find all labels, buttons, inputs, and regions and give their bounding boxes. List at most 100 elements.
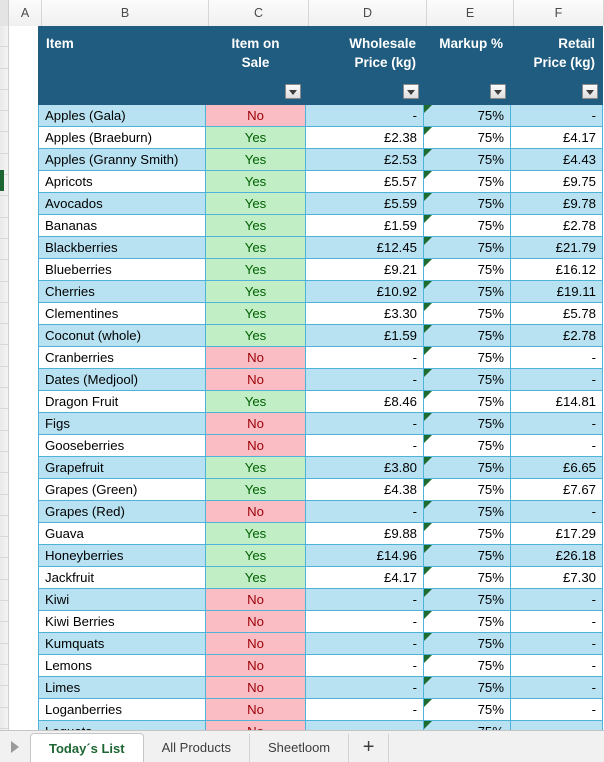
row-header[interactable] — [0, 516, 8, 538]
cell-retail-price[interactable]: £16.12 — [510, 258, 603, 281]
row-header[interactable] — [0, 26, 8, 48]
row-header[interactable] — [0, 218, 8, 239]
cell-item-on-sale[interactable]: Yes — [205, 390, 306, 413]
cell-markup-percent[interactable]: 75% — [423, 588, 511, 611]
cell-item[interactable]: Clementines — [38, 302, 206, 325]
table-row[interactable]: Apples (Granny Smith) Yes £2.53 75% £4.43 — [38, 148, 603, 171]
cell-item-on-sale[interactable]: Yes — [205, 280, 306, 303]
row-header[interactable] — [0, 708, 8, 729]
cell-retail-price[interactable]: £5.78 — [510, 302, 603, 325]
column-header-D[interactable]: D — [309, 0, 427, 26]
cell-markup-percent[interactable]: 75% — [423, 654, 511, 677]
cell-retail-price[interactable]: £17.29 — [510, 522, 603, 545]
cell-markup-percent[interactable]: 75% — [423, 324, 511, 347]
cell-wholesale-price[interactable]: £5.59 — [305, 192, 424, 215]
cell-item-on-sale[interactable]: Yes — [205, 192, 306, 215]
filter-button-retail-price[interactable] — [582, 84, 598, 99]
table-row[interactable]: Guava Yes £9.88 75% £17.29 — [38, 522, 603, 545]
sheet-tab-sheetloom[interactable]: Sheetloom — [250, 734, 350, 762]
cell-retail-price[interactable]: - — [510, 412, 603, 435]
cell-item[interactable]: Coconut (whole) — [38, 324, 206, 347]
cell-wholesale-price[interactable]: £4.17 — [305, 566, 424, 589]
table-row[interactable]: Grapefruit Yes £3.80 75% £6.65 — [38, 456, 603, 479]
column-header-C[interactable]: C — [209, 0, 309, 26]
sheet-tab-all-products[interactable]: All Products — [144, 734, 250, 762]
table-row[interactable]: Jackfruit Yes £4.17 75% £7.30 — [38, 566, 603, 589]
table-row[interactable]: Blueberries Yes £9.21 75% £16.12 — [38, 258, 603, 281]
column-header-F[interactable]: F — [514, 0, 604, 26]
cell-wholesale-price[interactable]: £8.46 — [305, 390, 424, 413]
cell-retail-price[interactable]: - — [510, 500, 603, 523]
cell-item-on-sale[interactable]: Yes — [205, 170, 306, 193]
cell-markup-percent[interactable]: 75% — [423, 258, 511, 281]
column-header-A[interactable]: A — [9, 0, 42, 26]
table-row[interactable]: Figs No -75% - — [38, 412, 603, 435]
row-header[interactable] — [0, 47, 8, 69]
cell-item[interactable]: Blackberries — [38, 236, 206, 259]
row-header[interactable] — [0, 303, 8, 325]
row-header-gutter[interactable] — [0, 26, 9, 736]
cell-wholesale-price[interactable]: £12.45 — [305, 236, 424, 259]
cell-markup-percent[interactable]: 75% — [423, 302, 511, 325]
row-header[interactable] — [0, 282, 8, 303]
row-header[interactable] — [0, 495, 8, 516]
cell-markup-percent[interactable]: 75% — [423, 676, 511, 699]
cell-markup-percent[interactable]: 75% — [423, 236, 511, 259]
row-header[interactable] — [0, 260, 8, 282]
cell-retail-price[interactable]: - — [510, 632, 603, 655]
cell-item-on-sale[interactable]: Yes — [205, 148, 306, 171]
cell-item-on-sale[interactable]: No — [205, 632, 306, 655]
cell-retail-price[interactable]: £2.78 — [510, 324, 603, 347]
cell-item[interactable]: Grapefruit — [38, 456, 206, 479]
cell-markup-percent[interactable]: 75% — [423, 170, 511, 193]
cell-wholesale-price[interactable]: £2.38 — [305, 126, 424, 149]
cell-retail-price[interactable]: - — [510, 676, 603, 699]
table-row[interactable]: Cherries Yes £10.92 75% £19.11 — [38, 280, 603, 303]
cell-wholesale-price[interactable]: - — [305, 676, 424, 699]
cell-item[interactable]: Limes — [38, 676, 206, 699]
filter-button-wholesale-price[interactable] — [403, 84, 419, 99]
cell-wholesale-price[interactable]: - — [305, 632, 424, 655]
cell-retail-price[interactable]: £2.78 — [510, 214, 603, 237]
cell-markup-percent[interactable]: 75% — [423, 148, 511, 171]
cell-retail-price[interactable]: £6.65 — [510, 456, 603, 479]
row-header[interactable] — [0, 196, 8, 218]
select-all-corner[interactable] — [0, 0, 9, 26]
table-row[interactable]: Blackberries Yes £12.45 75% £21.79 — [38, 236, 603, 259]
cell-item-on-sale[interactable]: Yes — [205, 478, 306, 501]
cell-markup-percent[interactable]: 75% — [423, 412, 511, 435]
cell-markup-percent[interactable]: 75% — [423, 434, 511, 457]
cell-item[interactable]: Figs — [38, 412, 206, 435]
cell-wholesale-price[interactable]: £9.88 — [305, 522, 424, 545]
cell-item[interactable]: Blueberries — [38, 258, 206, 281]
table-row[interactable]: Lemons No -75% - — [38, 654, 603, 677]
cell-item[interactable]: Grapes (Red) — [38, 500, 206, 523]
cell-item[interactable]: Cherries — [38, 280, 206, 303]
cell-retail-price[interactable]: - — [510, 434, 603, 457]
row-header[interactable] — [0, 69, 8, 90]
cell-item[interactable]: Kiwi — [38, 588, 206, 611]
filter-button-markup-percent[interactable] — [490, 84, 506, 99]
cell-markup-percent[interactable]: 75% — [423, 390, 511, 413]
row-header[interactable] — [0, 473, 8, 495]
cell-retail-price[interactable]: £14.81 — [510, 390, 603, 413]
cell-markup-percent[interactable]: 75% — [423, 544, 511, 567]
table-row[interactable]: Kiwi Berries No -75% - — [38, 610, 603, 633]
cell-item-on-sale[interactable]: No — [205, 676, 306, 699]
cell-retail-price[interactable]: £26.18 — [510, 544, 603, 567]
cell-retail-price[interactable]: £4.17 — [510, 126, 603, 149]
table-row[interactable]: Grapes (Red) No -75% - — [38, 500, 603, 523]
cell-markup-percent[interactable]: 75% — [423, 346, 511, 369]
cell-markup-percent[interactable]: 75% — [423, 104, 511, 127]
cell-item[interactable]: Apples (Gala) — [38, 104, 206, 127]
cell-item[interactable]: Dates (Medjool) — [38, 368, 206, 391]
cell-wholesale-price[interactable]: - — [305, 588, 424, 611]
row-header[interactable] — [0, 132, 8, 154]
cell-item[interactable]: Bananas — [38, 214, 206, 237]
row-header[interactable] — [0, 367, 8, 389]
cell-markup-percent[interactable]: 75% — [423, 522, 511, 545]
table-row[interactable]: Apricots Yes £5.57 75% £9.75 — [38, 170, 603, 193]
table-row[interactable]: Kiwi No -75% - — [38, 588, 603, 611]
cell-wholesale-price[interactable]: £1.59 — [305, 214, 424, 237]
cell-retail-price[interactable]: £7.30 — [510, 566, 603, 589]
